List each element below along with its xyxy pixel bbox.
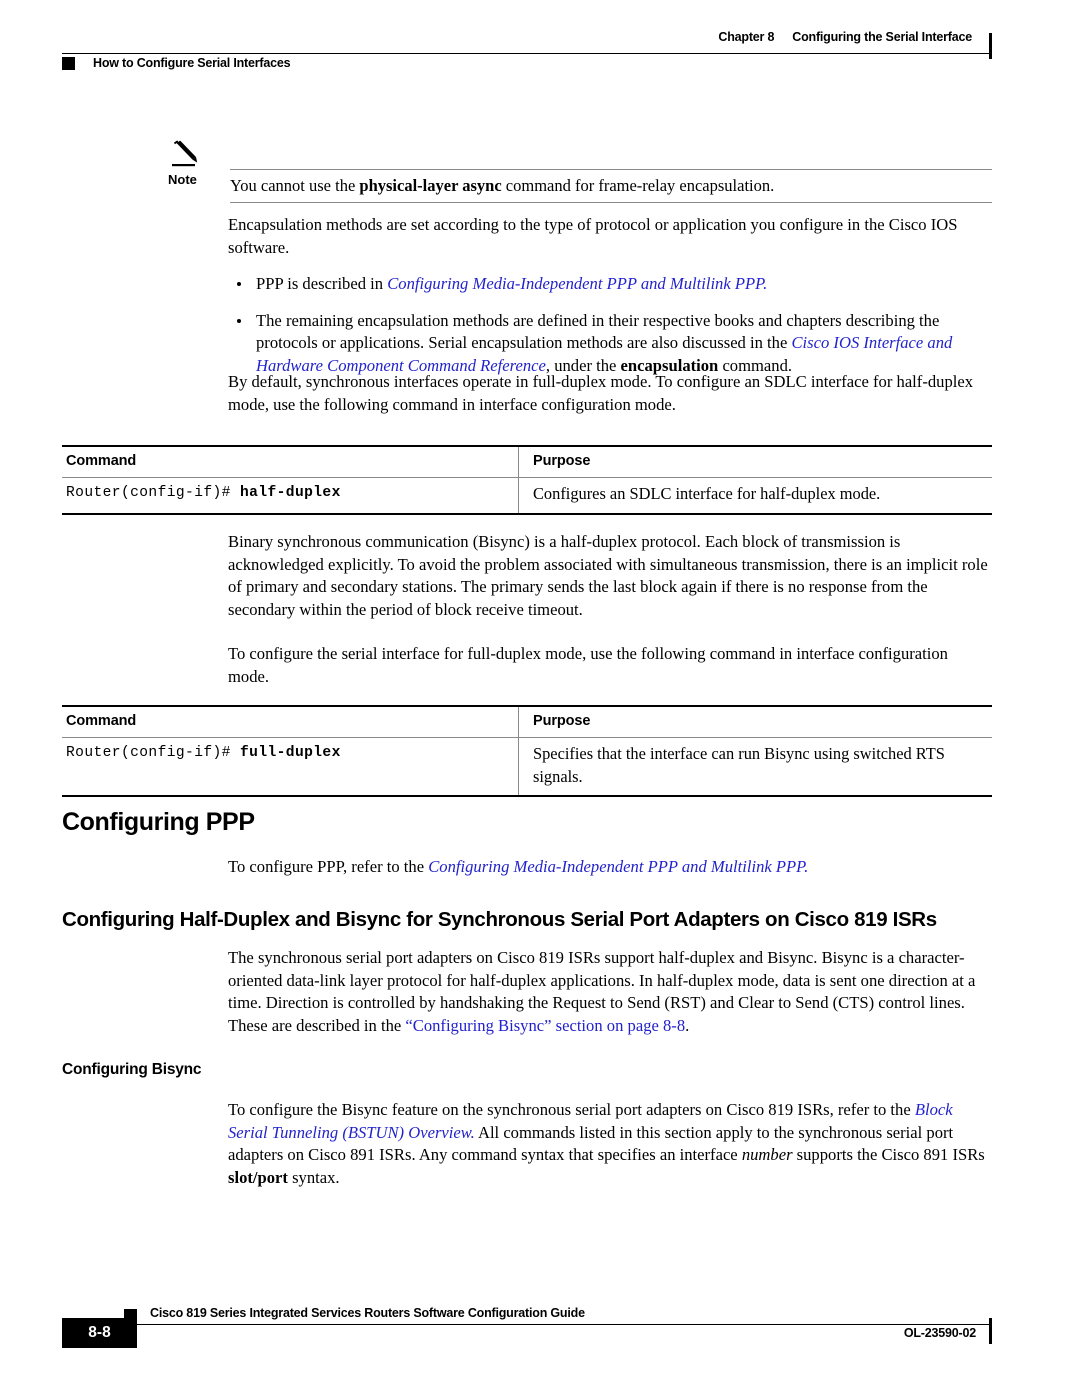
page-footer: Cisco 819 Series Integrated Services Rou… bbox=[62, 1305, 992, 1365]
encapsulation-paragraph: Encapsulation methods are set according … bbox=[228, 215, 958, 257]
table-bottom-rule bbox=[62, 795, 992, 797]
heading-configuring-bisync: Configuring Bisync bbox=[62, 1061, 202, 1078]
header-square-bullet-icon bbox=[62, 56, 75, 70]
table-cell-purpose: Specifies that the interface can run Bis… bbox=[518, 738, 958, 795]
footer-rule bbox=[137, 1324, 992, 1325]
half-duplex-command-table: Command Purpose Router(config-if)# half-… bbox=[62, 445, 992, 515]
table-cell-command: Router(config-if)# full-duplex bbox=[62, 738, 518, 795]
table-header-purpose-label: Purpose bbox=[533, 453, 591, 469]
bisync-paragraph-block: To configure the Bisync feature on the s… bbox=[228, 1099, 993, 1189]
ppp-link[interactable]: Configuring Media-Independent PPP and Mu… bbox=[428, 857, 808, 876]
note-bottom-rule bbox=[230, 202, 992, 203]
halfduplex-bisync-paragraph-block: The synchronous serial port adapters on … bbox=[228, 947, 993, 1037]
hdb-link[interactable]: “Configuring Bisync” section on page 8-8 bbox=[405, 1016, 685, 1035]
header-section-line: How to Configure Serial Interfaces bbox=[62, 56, 291, 70]
table-header-purpose-cell: Purpose bbox=[518, 707, 992, 737]
table-header-row: Command Purpose bbox=[62, 707, 992, 737]
table-header-command-label: Command bbox=[66, 453, 137, 469]
purpose-text: Configures an SDLC interface for half-du… bbox=[533, 484, 881, 503]
pencil-note-icon bbox=[172, 140, 206, 170]
configure-fullduplex-paragraph: To configure the serial interface for fu… bbox=[228, 644, 948, 686]
table-row: Router(config-if)# full-duplex Specifies… bbox=[62, 738, 992, 795]
table-row: Router(config-if)# half-duplex Configure… bbox=[62, 478, 992, 513]
ppp-text-prefix: To configure PPP, refer to the bbox=[228, 857, 429, 876]
purpose-text: Specifies that the interface can run Bis… bbox=[533, 744, 945, 786]
bullet-dot-icon bbox=[237, 318, 241, 323]
note-label: Note bbox=[168, 172, 197, 187]
bisync-bold-slotport: slot/port bbox=[228, 1167, 288, 1187]
header-edge-tick bbox=[989, 33, 992, 59]
table-header-command-cell: Command bbox=[62, 707, 518, 737]
table-cell-purpose: Configures an SDLC interface for half-du… bbox=[518, 478, 992, 513]
page-header: Chapter 8 Configuring the Serial Interfac… bbox=[62, 30, 992, 92]
footer-edge-tick bbox=[989, 1318, 992, 1344]
encapsulation-intro-block: Encapsulation methods are set according … bbox=[228, 214, 993, 378]
footer-guide-title: Cisco 819 Series Integrated Services Rou… bbox=[150, 1306, 585, 1320]
bullet1-link[interactable]: Configuring Media-Independent PPP and Mu… bbox=[387, 274, 767, 293]
fullduplex-default-paragraph: By default, synchronous interfaces opera… bbox=[228, 372, 974, 414]
note-text-after: command for frame-relay encapsulation. bbox=[501, 176, 775, 195]
bisync-description-paragraph: Binary synchronous communication (Bisync… bbox=[228, 532, 988, 619]
bullet1-text: PPP is described in bbox=[256, 274, 388, 294]
encapsulation-bullet-list: PPP is described in Configuring Media-In… bbox=[228, 273, 993, 377]
ppp-paragraph: To configure PPP, refer to the Configuri… bbox=[228, 856, 993, 879]
header-rule bbox=[62, 53, 992, 54]
table-header-purpose-cell: Purpose bbox=[518, 447, 992, 477]
header-chapter-title: Configuring the Serial Interface bbox=[792, 30, 972, 44]
note-text-before: You cannot use the bbox=[230, 176, 360, 195]
ppp-paragraph-block: To configure PPP, refer to the Configuri… bbox=[228, 856, 993, 879]
footer-document-number: OL-23590-02 bbox=[903, 1326, 976, 1340]
table-bottom-rule bbox=[62, 512, 992, 515]
bisync-description-block: Binary synchronous communication (Bisync… bbox=[228, 531, 993, 689]
list-item: The remaining encapsulation methods are … bbox=[228, 310, 993, 378]
bisync-text-part3: supports the Cisco 891 ISRs bbox=[792, 1145, 985, 1165]
bisync-text-part1: To configure the Bisync feature on the s… bbox=[228, 1100, 915, 1119]
header-chapter-number: Chapter 8 bbox=[718, 30, 775, 44]
full-duplex-command-table: Command Purpose Router(config-if)# full-… bbox=[62, 705, 992, 797]
header-chapter-line: Chapter 8 Configuring the Serial Interfac… bbox=[718, 30, 972, 44]
table-header-command-cell: Command bbox=[62, 447, 518, 477]
table-header-row: Command Purpose bbox=[62, 447, 992, 477]
bullet-dot-icon bbox=[237, 282, 241, 287]
document-page: Chapter 8 Configuring the Serial Interfac… bbox=[0, 0, 1080, 1397]
hdb-text-part2: . bbox=[685, 1015, 690, 1035]
bisync-italic-number: number bbox=[741, 1145, 793, 1165]
heading-halfduplex-bisync: Configuring Half-Duplex and Bisync for S… bbox=[62, 908, 937, 931]
bisync-paragraph: To configure the Bisync feature on the s… bbox=[228, 1099, 993, 1189]
header-section-title: How to Configure Serial Interfaces bbox=[93, 56, 291, 70]
bisync-text-part4: syntax. bbox=[287, 1167, 340, 1187]
footer-page-number: 8-8 bbox=[62, 1318, 137, 1348]
heading-configuring-ppp: Configuring PPP bbox=[62, 808, 255, 836]
command-prompt: Router(config-if)# bbox=[66, 745, 240, 761]
table-header-purpose-label: Purpose bbox=[533, 713, 591, 729]
halfduplex-bisync-paragraph: The synchronous serial port adapters on … bbox=[228, 947, 993, 1037]
command-keyword: half-duplex bbox=[240, 485, 341, 501]
table-header-command-label: Command bbox=[66, 713, 137, 729]
list-item: PPP is described in Configuring Media-In… bbox=[228, 273, 993, 296]
command-keyword: full-duplex bbox=[240, 745, 341, 761]
note-bold-command: physical-layer async bbox=[359, 176, 502, 195]
fullduplex-default-block: By default, synchronous interfaces opera… bbox=[228, 371, 993, 416]
table-cell-command: Router(config-if)# half-duplex bbox=[62, 478, 518, 513]
command-prompt: Router(config-if)# bbox=[66, 485, 240, 501]
note-text: You cannot use the physical-layer async … bbox=[230, 170, 988, 203]
